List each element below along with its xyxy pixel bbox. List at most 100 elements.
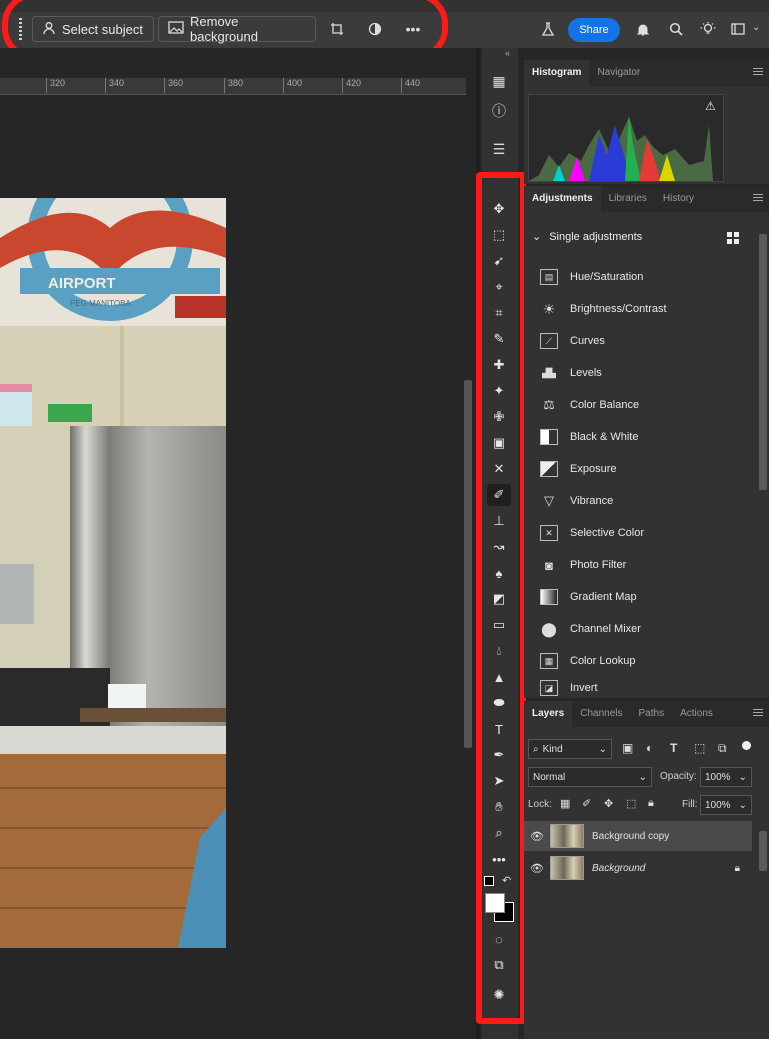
share-label: Share: [579, 24, 609, 36]
lightbulb-icon[interactable]: [696, 16, 720, 42]
panel-menu-icon[interactable]: [753, 68, 763, 76]
opacity-input[interactable]: 100% ⌄: [700, 767, 752, 787]
adj-selective-color[interactable]: ✕ Selective Color: [540, 518, 644, 548]
tab-actions[interactable]: Actions: [672, 701, 721, 727]
ruler-tick: 440: [401, 78, 420, 93]
adj-exposure[interactable]: Exposure: [540, 454, 616, 484]
filter-kind-select[interactable]: ⌕ Kind ⌄: [528, 739, 612, 759]
filter-toggle-icon[interactable]: [742, 741, 751, 750]
adj-gradient-map[interactable]: Gradient Map: [540, 582, 637, 612]
filter-adjustment-icon[interactable]: ◐: [646, 741, 653, 755]
tab-navigator[interactable]: Navigator: [589, 60, 648, 86]
adj-channel-mixer[interactable]: ⬤ Channel Mixer: [540, 614, 641, 644]
blend-mode-select[interactable]: Normal ⌄: [528, 767, 652, 787]
adj-label: Levels: [570, 367, 602, 379]
adj-label: Channel Mixer: [570, 623, 641, 635]
balance-icon: ⚖: [543, 397, 555, 412]
horizontal-ruler: 320 340 360 380 400 420 440: [0, 78, 466, 95]
panel-menu-icon[interactable]: [753, 709, 763, 717]
lock-position-icon[interactable]: ✥: [604, 797, 613, 810]
adjustments-panel: Adjustments Libraries History ⌄ Single a…: [524, 186, 769, 698]
filter-smart-object-icon[interactable]: ⧉: [718, 741, 727, 756]
share-button[interactable]: Share: [568, 18, 620, 42]
adj-label: Brightness/Contrast: [570, 303, 667, 315]
chevron-down-icon[interactable]: ⌄: [752, 22, 760, 33]
curves-icon: ⟋: [540, 333, 558, 349]
exposure-icon: [540, 461, 558, 477]
adj-label: Color Balance: [570, 399, 640, 411]
tab-libraries[interactable]: Libraries: [601, 186, 655, 212]
adj-label: Curves: [570, 335, 605, 347]
filter-type-icon[interactable]: T: [670, 741, 677, 755]
adj-hue-saturation[interactable]: ▤ Hue/Saturation: [540, 262, 643, 292]
sign-subtext: PEG MANITOBA: [70, 299, 131, 308]
properties-icon[interactable]: ☰: [486, 136, 512, 162]
warning-icon[interactable]: ⚠: [705, 99, 716, 113]
fill-input[interactable]: 100% ⌄: [700, 795, 752, 815]
opacity-value: 100%: [705, 771, 731, 783]
adj-label: Black & White: [570, 431, 639, 443]
canvas-photo[interactable]: AIRPORT PEG MANITOBA: [0, 198, 226, 948]
search-icon: ⌕: [533, 743, 539, 755]
single-adjustments-header[interactable]: ⌄ Single adjustments: [532, 230, 643, 244]
tab-paths[interactable]: Paths: [631, 701, 673, 727]
toolbar-highlight-annotation: [476, 172, 526, 1024]
search-icon[interactable]: [664, 16, 688, 42]
lock-label: Lock:: [528, 799, 552, 810]
lock-image-icon[interactable]: ✐: [582, 797, 591, 810]
layers-panel: Layers Channels Paths Actions ⌕ Kind ⌄ ▣…: [524, 701, 769, 1039]
hue-saturation-icon: ▤: [540, 269, 558, 285]
info-icon[interactable]: ⓘ: [486, 98, 512, 124]
layer-name: Background copy: [591, 830, 670, 842]
bell-icon[interactable]: [631, 16, 655, 42]
layer-background-copy[interactable]: 👁︎ Background copy: [524, 821, 752, 851]
flask-icon[interactable]: [536, 16, 560, 42]
lock-transparent-icon[interactable]: ▦: [560, 797, 570, 810]
ruler-tick: 380: [224, 78, 243, 93]
canvas-scrollbar[interactable]: [464, 380, 472, 748]
tab-history[interactable]: History: [655, 186, 702, 212]
tab-histogram[interactable]: Histogram: [524, 60, 590, 86]
adj-label: Invert: [570, 682, 598, 694]
eye-icon[interactable]: 👁︎: [530, 862, 544, 875]
panel-menu-icon[interactable]: [753, 194, 763, 202]
adj-black-white[interactable]: Black & White: [540, 422, 638, 452]
filter-shape-icon[interactable]: ⬚: [694, 741, 705, 755]
lock-artboard-icon[interactable]: ⬚: [626, 797, 636, 810]
filter-pixel-icon[interactable]: ▣: [622, 741, 633, 755]
layer-background[interactable]: 👁︎ Background 🔒︎: [524, 853, 752, 883]
workspace-icon[interactable]: [726, 16, 750, 42]
adj-curves[interactable]: ⟋ Curves: [540, 326, 605, 356]
lock-all-icon[interactable]: 🔒︎: [648, 797, 654, 810]
single-adjustments-label: Single adjustments: [549, 230, 643, 243]
grid-view-icon[interactable]: [727, 232, 739, 244]
fill-value: 100%: [705, 799, 731, 811]
adj-vibrance[interactable]: ▽ Vibrance: [540, 486, 613, 516]
chevron-down-icon: ⌄: [738, 771, 747, 783]
chevron-down-icon: ⌄: [638, 771, 647, 783]
brightness-icon: ☀: [542, 300, 556, 317]
adj-color-lookup[interactable]: ▦ Color Lookup: [540, 646, 635, 676]
adj-brightness-contrast[interactable]: ☀ Brightness/Contrast: [540, 294, 667, 324]
ruler-tick: 420: [342, 78, 361, 93]
adjustments-scrollbar[interactable]: [759, 234, 767, 490]
adj-label: Hue/Saturation: [570, 271, 644, 283]
levels-icon: ▟▙: [542, 367, 556, 378]
vibrance-icon: ▽: [544, 493, 554, 508]
ruler-tick: 340: [105, 78, 124, 93]
blend-mode-value: Normal: [533, 771, 566, 783]
adj-photo-filter[interactable]: ◙ Photo Filter: [540, 550, 626, 580]
adj-invert[interactable]: ◪ Invert: [540, 678, 598, 698]
tab-layers[interactable]: Layers: [524, 701, 573, 727]
histogram-panel-icon[interactable]: ▦: [486, 68, 512, 94]
tab-channels[interactable]: Channels: [572, 701, 630, 727]
layers-scrollbar[interactable]: [759, 831, 767, 871]
collapse-icon[interactable]: «: [505, 48, 510, 58]
eye-icon[interactable]: 👁︎: [530, 830, 544, 843]
adj-color-balance[interactable]: ⚖ Color Balance: [540, 390, 639, 420]
adj-levels[interactable]: ▟▙ Levels: [540, 358, 602, 388]
ruler-tick: 360: [164, 78, 183, 93]
adj-label: Exposure: [570, 463, 617, 475]
chevron-down-icon: ⌄: [738, 799, 747, 811]
tab-adjustments[interactable]: Adjustments: [524, 186, 601, 212]
